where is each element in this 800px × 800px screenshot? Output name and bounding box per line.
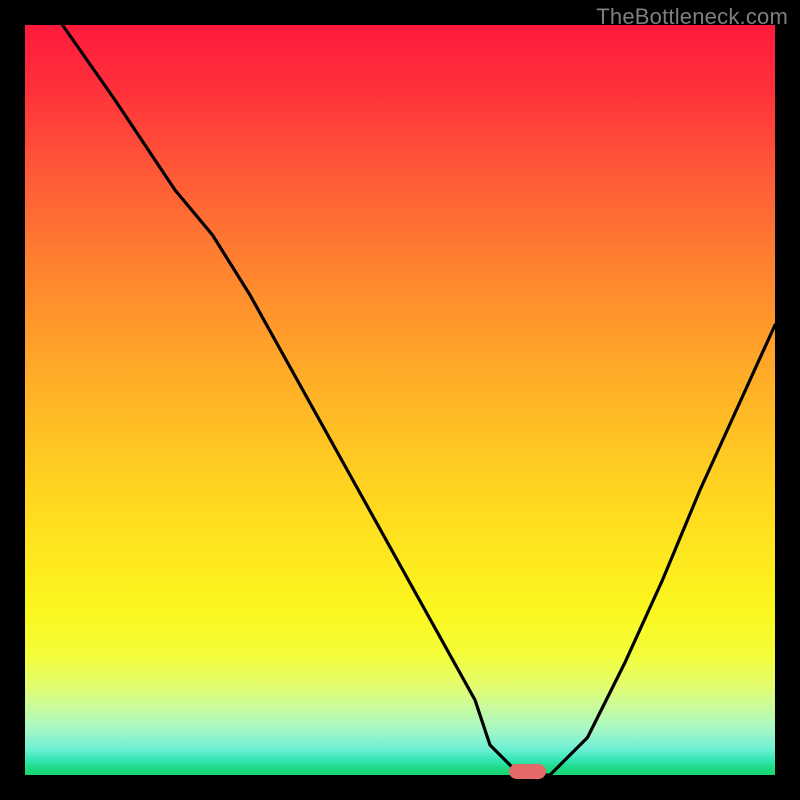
watermark-text: TheBottleneck.com [596,4,788,30]
plot-area [25,25,775,775]
optimum-marker [509,764,547,779]
chart-frame: TheBottleneck.com [0,0,800,800]
bottleneck-curve [25,25,775,775]
